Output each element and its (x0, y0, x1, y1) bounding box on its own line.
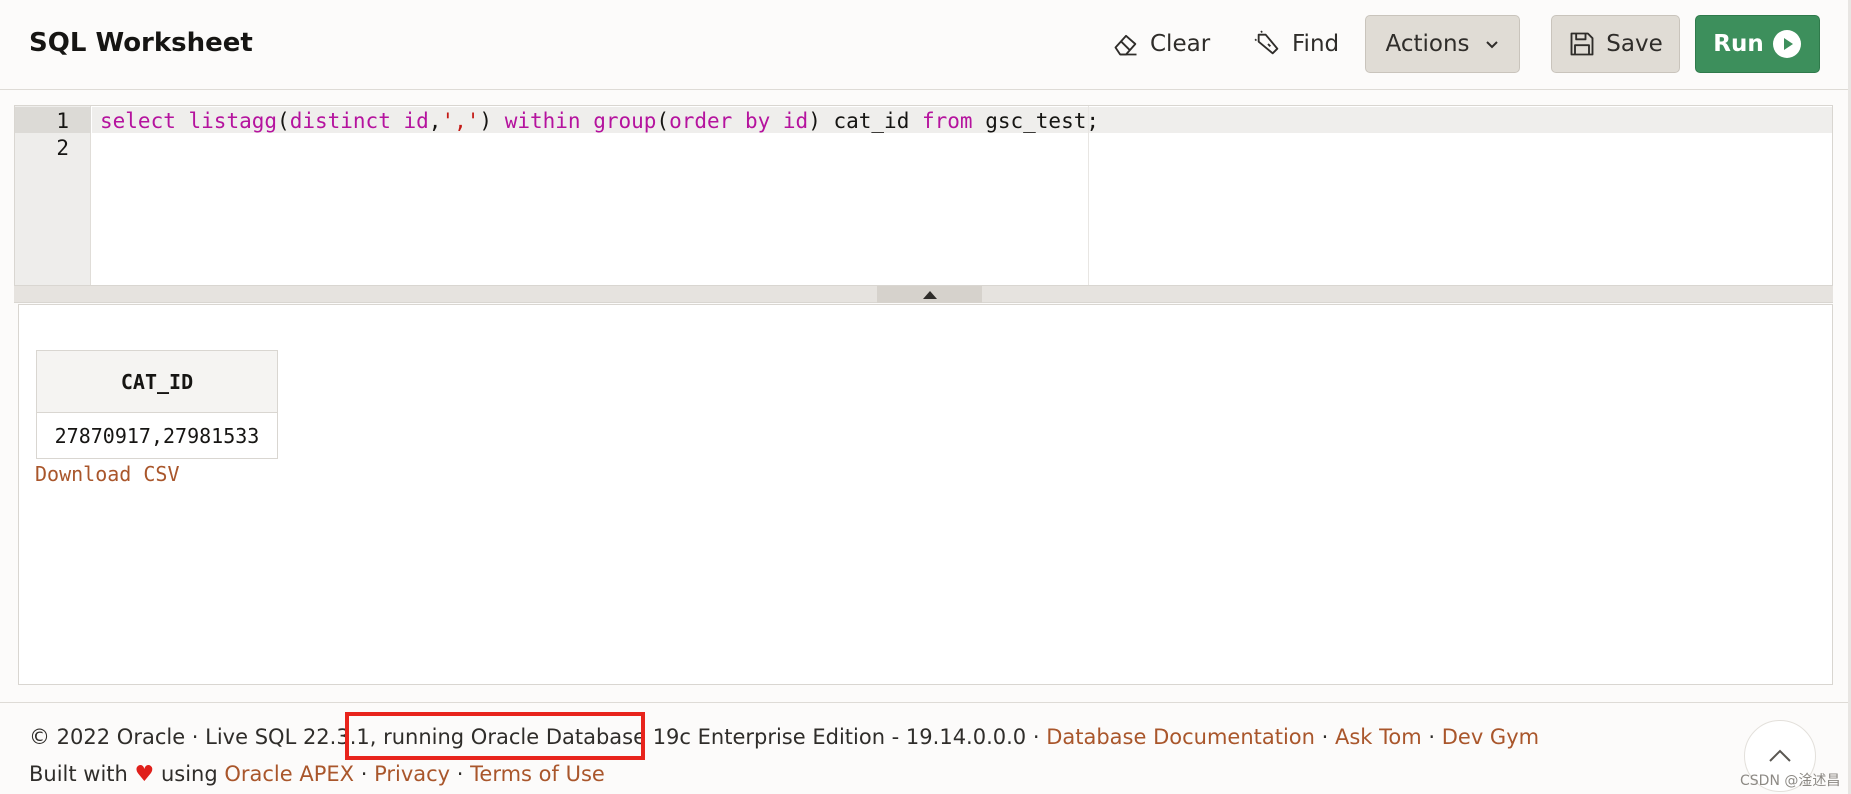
code-token: order (669, 109, 733, 133)
line-number-gutter: 1 2 (15, 106, 91, 285)
editor-results-splitter[interactable] (14, 286, 1833, 303)
code-token: distinct (289, 109, 391, 133)
built-with-text: Built with (29, 762, 135, 786)
run-button[interactable]: Run (1695, 15, 1820, 73)
footer-line-2: Built with ♥ using Oracle APEX · Privacy… (29, 762, 605, 787)
annotation-highlight-box (345, 712, 645, 760)
separator: · (1314, 725, 1335, 749)
save-button[interactable]: Save (1551, 15, 1680, 73)
code-token: ',' (441, 109, 480, 133)
dev-gym-link[interactable]: Dev Gym (1442, 725, 1539, 749)
privacy-link[interactable]: Privacy (374, 762, 450, 786)
code-token: ( (656, 109, 670, 133)
heart-icon: ♥ (134, 762, 155, 787)
separator: · (450, 762, 471, 786)
edition-text: Enterprise Edition - 19.14.0.0.0 · (690, 725, 1047, 749)
database-documentation-link[interactable]: Database Documentation (1046, 725, 1315, 749)
sql-editor[interactable]: 1 2 select listagg(distinct id,',') with… (14, 105, 1833, 286)
code-token: ) cat_id (808, 109, 922, 133)
separator: · (354, 762, 375, 786)
copyright-text: © 2022 Oracle · Live SQL 22.3.1, (29, 725, 384, 749)
code-token: id (403, 109, 429, 133)
code-token: id (782, 109, 809, 133)
download-csv-link[interactable]: Download CSV (35, 462, 180, 486)
caret-up-icon (922, 290, 937, 299)
code-token: select (100, 109, 176, 133)
actions-label: Actions (1385, 31, 1470, 57)
page-title: SQL Worksheet (29, 28, 253, 58)
clear-button[interactable]: Clear (1112, 15, 1210, 73)
terms-of-use-link[interactable]: Terms of Use (470, 762, 605, 786)
code-token: gsc_test; (972, 109, 1100, 133)
eraser-icon (1114, 34, 1137, 56)
table-row: 27870917,27981533 (36, 412, 278, 459)
code-token: listagg (188, 109, 278, 133)
footer-line-1: © 2022 Oracle · Live SQL 22.3.1, running… (29, 725, 1539, 749)
line-number: 1 (56, 109, 69, 133)
column-header-cat-id: CAT_ID (36, 350, 278, 413)
footer-divider (0, 702, 1848, 703)
code-token: group (593, 109, 657, 133)
line-number: 2 (56, 136, 69, 160)
table-cell: 27870917,27981533 (36, 412, 278, 459)
results-table: CAT_ID 27870917,27981533 (36, 350, 278, 459)
code-token: by (744, 109, 771, 133)
save-icon (1570, 32, 1594, 56)
code-token: ) (479, 109, 505, 133)
save-label: Save (1606, 31, 1663, 57)
watermark: CSDN @淦述昌 (1740, 773, 1841, 789)
chevron-down-icon (1485, 41, 1498, 49)
worksheet-header: SQL Worksheet Clear Find Actions Save Ru… (0, 0, 1851, 90)
code-token: ( (277, 109, 290, 133)
separator: · (1421, 725, 1442, 749)
chevron-up-icon (1769, 749, 1791, 762)
find-button[interactable]: Find (1254, 15, 1339, 73)
code-token: from (922, 109, 973, 133)
actions-menu-button[interactable]: Actions (1365, 15, 1520, 73)
code-token: , (428, 109, 442, 133)
clear-label: Clear (1150, 31, 1211, 57)
run-label: Run (1713, 31, 1764, 57)
play-icon (1772, 30, 1801, 58)
results-panel: CAT_ID 27870917,27981533 Download CSV (18, 304, 1833, 685)
collapse-handle[interactable] (877, 286, 982, 303)
print-margin (1088, 106, 1089, 285)
ask-tom-link[interactable]: Ask Tom (1335, 725, 1422, 749)
code-line-1[interactable]: select listagg(distinct id,',') within g… (100, 109, 1099, 133)
oracle-apex-link[interactable]: Oracle APEX (224, 762, 354, 786)
code-token: within (504, 109, 581, 133)
find-label: Find (1292, 31, 1340, 57)
flashlight-icon (1254, 30, 1279, 55)
using-text: using (154, 762, 225, 786)
